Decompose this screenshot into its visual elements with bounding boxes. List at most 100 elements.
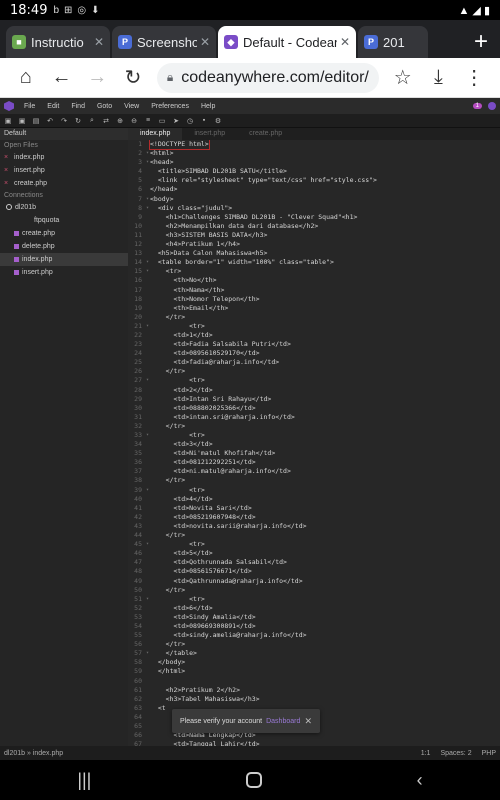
notification-badge[interactable]: 1	[472, 103, 482, 109]
terminal-icon[interactable]: ▪	[200, 117, 208, 124]
file-item-active[interactable]: index.php	[0, 253, 128, 266]
menu-find[interactable]: Find	[71, 103, 85, 110]
close-icon[interactable]: ✕	[94, 35, 104, 49]
code-line[interactable]: 6 </head>	[128, 185, 500, 194]
save-icon[interactable]: ▣	[4, 117, 12, 125]
zoom-in-icon[interactable]: ⊕	[116, 117, 124, 125]
close-icon[interactable]: ✕	[304, 716, 312, 727]
code-line[interactable]: 39 ▾ <tr>	[128, 486, 500, 495]
menu-icon[interactable]: ⋮	[456, 60, 492, 96]
code-line[interactable]: 20 </tr>	[128, 313, 500, 322]
code-line[interactable]: 23 <td>Fadia Salsabila Putri</td>	[128, 340, 500, 349]
browser-tab[interactable]: P Screenshot 2020 ✕	[112, 26, 216, 58]
close-icon[interactable]: ×	[4, 151, 8, 164]
code-line[interactable]: 9 <h1>Challenges SIMBAD DL201B - "Clever…	[128, 213, 500, 222]
language-mode[interactable]: PHP	[482, 750, 496, 757]
indentation-setting[interactable]: Spaces: 2	[440, 750, 471, 757]
browser-tab-active[interactable]: ◆ Default - Codeany ✕	[218, 26, 356, 58]
open-icon[interactable]: ▤	[32, 117, 40, 125]
open-file-item[interactable]: × index.php	[0, 151, 128, 164]
code-line[interactable]: 29 <td>Intan Sri Rahayu</td>	[128, 395, 500, 404]
browser-tab[interactable]: ■ Instructio ✕	[6, 26, 110, 58]
download-icon[interactable]: ⤓	[421, 60, 457, 96]
save-all-icon[interactable]: ▣	[18, 117, 26, 125]
open-file-item[interactable]: × create.php	[0, 177, 128, 190]
back-arrow-icon[interactable]: ←	[44, 60, 80, 96]
history-icon[interactable]: ◷	[186, 117, 194, 125]
folder-item[interactable]: ftpquota	[0, 214, 128, 227]
replace-icon[interactable]: ⇄	[102, 117, 110, 125]
bookmark-star-icon[interactable]: ☆	[385, 60, 421, 96]
comment-icon[interactable]: ▭	[158, 117, 166, 125]
code-line[interactable]: 12 <h4>Pratikum 1</h4>	[128, 240, 500, 249]
code-line[interactable]: 1 <!DOCTYPE html>	[128, 140, 500, 151]
close-icon[interactable]: ✕	[340, 35, 350, 49]
menu-file[interactable]: File	[24, 103, 35, 110]
code-line[interactable]: 41 <td>Novita Sari</td>	[128, 504, 500, 513]
reload-icon[interactable]: ↻	[115, 60, 151, 96]
code-line[interactable]: 47 <td>Qothrunnada Salsabil</td>	[128, 558, 500, 567]
code-line[interactable]: 37 <td>ni.matul@raharja.info</td>	[128, 467, 500, 476]
run-icon[interactable]: ➤	[172, 117, 180, 125]
code-line[interactable]: 22 <td>1</td>	[128, 331, 500, 340]
code-line[interactable]: 24 <td>0895610529170</td>	[128, 349, 500, 358]
menu-view[interactable]: View	[124, 103, 139, 110]
code-area[interactable]: 1 <!DOCTYPE html> 2 ▾ <html> 3 ▾ <head> 4 <title…	[128, 140, 500, 746]
fold-arrow-icon[interactable]	[146, 722, 150, 731]
forward-arrow-icon[interactable]: →	[79, 60, 115, 96]
new-tab-button[interactable]: +	[462, 26, 500, 58]
code-line[interactable]: 56 </tr>	[128, 640, 500, 649]
code-line[interactable]: 46 <td>5</td>	[128, 549, 500, 558]
home-icon[interactable]: ⌂	[8, 60, 44, 96]
code-line[interactable]: 42 <td>085219607948</td>	[128, 513, 500, 522]
code-line[interactable]: 48 <td>08561576671</td>	[128, 567, 500, 576]
menu-preferences[interactable]: Preferences	[151, 103, 189, 110]
tab-insert-php[interactable]: insert.php	[182, 128, 237, 140]
code-line[interactable]: 61 <h2>Pratikum 2</h2>	[128, 686, 500, 695]
code-line[interactable]: 7 ▾ <body>	[128, 195, 500, 204]
code-line[interactable]: 21 ▾ <tr>	[128, 322, 500, 331]
dashboard-link[interactable]: Dashboard	[266, 718, 300, 725]
code-line[interactable]: 8 ▾ <div class="judul">	[128, 204, 500, 213]
code-line[interactable]: 53 <td>Sindy Amalia</td>	[128, 613, 500, 622]
tab-create-php[interactable]: create.php	[237, 128, 294, 140]
code-line[interactable]: 2 ▾ <html>	[128, 149, 500, 158]
code-line[interactable]: 59 </html>	[128, 667, 500, 676]
code-line[interactable]: 11 <h3>SISTEM BASIS DATA</h3>	[128, 231, 500, 240]
menu-goto[interactable]: Goto	[97, 103, 112, 110]
code-line[interactable]: 25 <td>fadia@raharja.info</td>	[128, 358, 500, 367]
code-line[interactable]: 38 </tr>	[128, 476, 500, 485]
code-line[interactable]: 43 <td>novita.sarii@raharja.info</td>	[128, 522, 500, 531]
redo-icon[interactable]: ↷	[60, 117, 68, 125]
code-line[interactable]: 19 <th>Email</th>	[128, 304, 500, 313]
code-line[interactable]: 40 <td>4</td>	[128, 495, 500, 504]
browser-tab[interactable]: P 201	[358, 26, 428, 58]
back-icon[interactable]: ‹	[417, 770, 423, 791]
code-line[interactable]: 44 </tr>	[128, 531, 500, 540]
code-line[interactable]: 30 <td>088802025366</td>	[128, 404, 500, 413]
zoom-out-icon[interactable]: ⊖	[130, 117, 138, 125]
code-line[interactable]: 45 ▾ <tr>	[128, 540, 500, 549]
code-line[interactable]: 54 <td>089669300891</td>	[128, 622, 500, 631]
connection-item[interactable]: dl201b	[0, 201, 128, 214]
code-line[interactable]: 49 <td>Qathrunnada@raharja.info</td>	[128, 577, 500, 586]
code-line[interactable]: 57 ▾ </table>	[128, 649, 500, 658]
code-line[interactable]: 62 <h3>Tabel Mahasiswa</h3>	[128, 695, 500, 704]
close-icon[interactable]: ✕	[200, 35, 210, 49]
refresh-icon[interactable]: ↻	[74, 117, 82, 125]
code-line[interactable]: 4 <title>SIMBAD DL201B SATU</title>	[128, 167, 500, 176]
menu-help[interactable]: Help	[201, 103, 215, 110]
address-bar[interactable]: 🔒︎ codeanywhere.com/editor/	[156, 62, 379, 93]
code-line[interactable]: 52 <td>6</td>	[128, 604, 500, 613]
avatar[interactable]	[488, 102, 496, 110]
code-line[interactable]: 16 <th>No</th>	[128, 276, 500, 285]
file-item[interactable]: insert.php	[0, 266, 128, 279]
code-line[interactable]: 33 ▾ <tr>	[128, 431, 500, 440]
menu-edit[interactable]: Edit	[47, 103, 59, 110]
code-line[interactable]: 58 </body>	[128, 658, 500, 667]
code-line[interactable]: 14 ▾ <table border="1" width="100%" class…	[128, 258, 500, 267]
open-file-item[interactable]: × insert.php	[0, 164, 128, 177]
code-line[interactable]: 27 ▾ <tr>	[128, 376, 500, 385]
code-line[interactable]: 50 </tr>	[128, 586, 500, 595]
code-line[interactable]: 60	[128, 677, 500, 686]
